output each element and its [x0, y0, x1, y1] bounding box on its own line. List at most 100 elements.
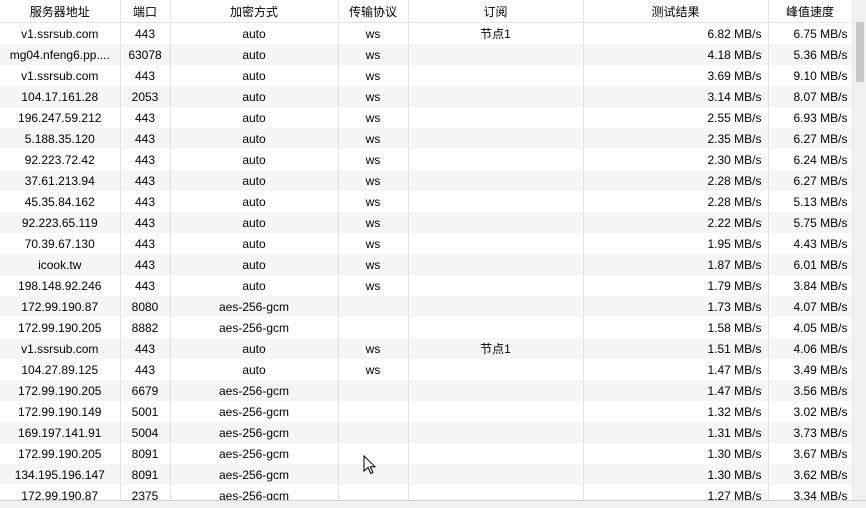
table-row[interactable]: 104.27.89.125 443 auto ws 1.47 MB/s 3.49 MB/s: [0, 359, 853, 380]
table-row[interactable]: 92.223.72.42 443 auto ws 2.30 MB/s 6.24 MB/s: [0, 149, 853, 170]
test-result-cell: 1.51 MB/s: [583, 338, 769, 359]
table-row[interactable]: 134.195.196.147 8091 aes-256-gcm 1.30 MB/s 3…: [0, 464, 853, 485]
subscription-cell: [408, 107, 584, 128]
encryption-cell: auto: [170, 149, 339, 170]
port-cell: 443: [120, 275, 171, 296]
peak-speed-cell: 3.56 MB/s: [768, 380, 853, 401]
peak-speed-cell: 3.62 MB/s: [768, 464, 853, 485]
port-cell: 443: [120, 65, 171, 86]
server-address-cell: 196.247.59.212: [0, 107, 121, 128]
peak-speed-cell: 4.05 MB/s: [768, 317, 853, 338]
table-row[interactable]: 104.17.161.28 2053 auto ws 3.14 MB/s 8.07 MB/…: [0, 86, 853, 107]
column-header-server-address[interactable]: 服务器地址: [0, 0, 121, 23]
column-header-encryption[interactable]: 加密方式: [170, 0, 339, 23]
port-cell: 8091: [120, 464, 171, 485]
transport-cell: [338, 380, 409, 401]
peak-speed-cell: 3.84 MB/s: [768, 275, 853, 296]
table-row[interactable]: 172.99.190.205 6679 aes-256-gcm 1.47 MB/s 3.…: [0, 380, 853, 401]
port-cell: 6679: [120, 380, 171, 401]
peak-speed-cell: 5.13 MB/s: [768, 191, 853, 212]
subscription-cell: [408, 380, 584, 401]
encryption-cell: auto: [170, 212, 339, 233]
transport-cell: ws: [338, 359, 409, 380]
port-cell: 2375: [120, 485, 171, 500]
table-row[interactable]: 5.188.35.120 443 auto ws 2.35 MB/s 6.27 MB/s: [0, 128, 853, 149]
server-address-cell: 104.27.89.125: [0, 359, 121, 380]
port-cell: 443: [120, 149, 171, 170]
table-row[interactable]: 92.223.65.119 443 auto ws 2.22 MB/s 5.75 MB/s: [0, 212, 853, 233]
table-row[interactable]: 196.247.59.212 443 auto ws 2.55 MB/s 6.93 MB/…: [0, 107, 853, 128]
table-row[interactable]: v1.ssrsub.com 443 auto ws 3.69 MB/s 9.10 MB/s: [0, 65, 853, 86]
table-row[interactable]: 45.35.84.162 443 auto ws 2.28 MB/s 5.13 MB/s: [0, 191, 853, 212]
table-row[interactable]: v1.ssrsub.com 443 auto ws 节点1 1.51 MB/s 4.06 M…: [0, 338, 853, 359]
vertical-scrollbar[interactable]: [852, 0, 866, 500]
port-cell: 443: [120, 191, 171, 212]
subscription-cell: [408, 485, 584, 500]
encryption-cell: aes-256-gcm: [170, 317, 339, 338]
peak-speed-cell: 6.01 MB/s: [768, 254, 853, 275]
test-result-cell: 2.55 MB/s: [583, 107, 769, 128]
subscription-cell: [408, 149, 584, 170]
table-row[interactable]: icook.tw 443 auto ws 1.87 MB/s 6.01 MB/s: [0, 254, 853, 275]
server-address-cell: 198.148.92.246: [0, 275, 121, 296]
table-row[interactable]: mg04.nfeng6.pp.... 63078 auto ws 4.18 MB/s 5.…: [0, 44, 853, 65]
test-result-cell: 1.87 MB/s: [583, 254, 769, 275]
transport-cell: ws: [338, 44, 409, 65]
column-header-subscription[interactable]: 订阅: [408, 0, 584, 23]
subscription-cell: [408, 359, 584, 380]
server-address-cell: v1.ssrsub.com: [0, 22, 121, 44]
subscription-cell: [408, 275, 584, 296]
column-header-test-result[interactable]: 测试结果: [583, 0, 769, 23]
server-list-grid[interactable]: 服务器地址 端口 加密方式 传输协议 订阅 测试结果 峰值速度 v1.ssrsu…: [0, 0, 866, 500]
peak-speed-cell: 6.27 MB/s: [768, 128, 853, 149]
server-address-cell: icook.tw: [0, 254, 121, 275]
encryption-cell: auto: [170, 128, 339, 149]
port-cell: 443: [120, 233, 171, 254]
column-header-peak-speed[interactable]: 峰值速度: [768, 0, 853, 23]
transport-cell: ws: [338, 254, 409, 275]
server-address-cell: 70.39.67.130: [0, 233, 121, 254]
table-row[interactable]: 172.99.190.87 8080 aes-256-gcm 1.73 MB/s 4.0…: [0, 296, 853, 317]
table-row[interactable]: 198.148.92.246 443 auto ws 1.79 MB/s 3.84 MB/…: [0, 275, 853, 296]
column-header-port[interactable]: 端口: [120, 0, 171, 23]
test-result-cell: 1.79 MB/s: [583, 275, 769, 296]
encryption-cell: auto: [170, 275, 339, 296]
peak-speed-cell: 3.73 MB/s: [768, 422, 853, 443]
table-row[interactable]: 172.99.190.149 5001 aes-256-gcm 1.32 MB/s 3.…: [0, 401, 853, 422]
transport-cell: ws: [338, 86, 409, 107]
table-row[interactable]: 172.99.190.87 2375 aes-256-gcm 1.27 MB/s 3.3…: [0, 485, 853, 500]
transport-cell: [338, 317, 409, 338]
encryption-cell: auto: [170, 254, 339, 275]
table-row[interactable]: v1.ssrsub.com 443 auto ws 节点1 6.82 MB/s 6.75 M…: [0, 22, 853, 44]
test-result-cell: 1.47 MB/s: [583, 380, 769, 401]
scrollbar-thumb[interactable]: [856, 22, 864, 82]
subscription-cell: [408, 317, 584, 338]
subscription-cell: [408, 191, 584, 212]
test-result-cell: 2.22 MB/s: [583, 212, 769, 233]
port-cell: 2053: [120, 86, 171, 107]
test-result-cell: 6.82 MB/s: [583, 22, 769, 44]
server-address-cell: 172.99.190.87: [0, 296, 121, 317]
subscription-cell: [408, 86, 584, 107]
table-row[interactable]: 172.99.190.205 8882 aes-256-gcm 1.58 MB/s 4.…: [0, 317, 853, 338]
table-row[interactable]: 169.197.141.91 5004 aes-256-gcm 1.31 MB/s 3.…: [0, 422, 853, 443]
encryption-cell: auto: [170, 338, 339, 359]
encryption-cell: auto: [170, 86, 339, 107]
server-address-cell: 134.195.196.147: [0, 464, 121, 485]
transport-cell: ws: [338, 275, 409, 296]
peak-speed-cell: 4.07 MB/s: [768, 296, 853, 317]
server-address-cell: 172.99.190.87: [0, 485, 121, 500]
transport-cell: ws: [338, 149, 409, 170]
port-cell: 443: [120, 359, 171, 380]
test-result-cell: 1.95 MB/s: [583, 233, 769, 254]
table-row[interactable]: 70.39.67.130 443 auto ws 1.95 MB/s 4.43 MB/s: [0, 233, 853, 254]
server-address-cell: 169.197.141.91: [0, 422, 121, 443]
encryption-cell: aes-256-gcm: [170, 401, 339, 422]
peak-speed-cell: 5.36 MB/s: [768, 44, 853, 65]
table-row[interactable]: 172.99.190.205 8091 aes-256-gcm 1.30 MB/s 3.…: [0, 443, 853, 464]
encryption-cell: aes-256-gcm: [170, 422, 339, 443]
transport-cell: ws: [338, 212, 409, 233]
table-row[interactable]: 37.61.213.94 443 auto ws 2.28 MB/s 6.27 MB/s: [0, 170, 853, 191]
port-cell: 443: [120, 212, 171, 233]
column-header-transport[interactable]: 传输协议: [338, 0, 409, 23]
